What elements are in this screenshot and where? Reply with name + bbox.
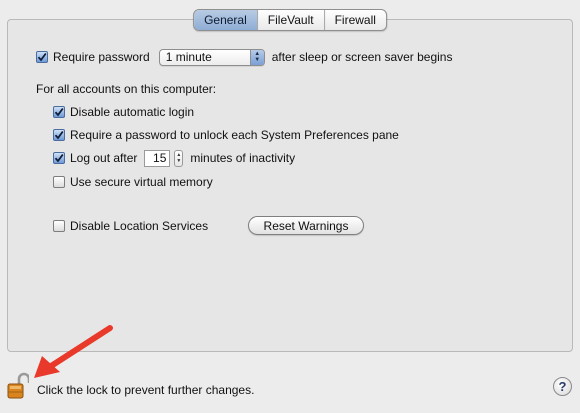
help-button[interactable]: ? — [553, 377, 572, 396]
secure-vm-row: Use secure virtual memory — [53, 173, 213, 191]
disable-location-row: Disable Location Services — [53, 217, 208, 235]
tab-firewall[interactable]: Firewall — [323, 10, 386, 30]
checkmark-icon — [54, 153, 64, 163]
require-password-label: Require password — [53, 50, 150, 64]
red-arrow-icon — [34, 325, 113, 378]
lock-status-text: Click the lock to prevent further change… — [37, 383, 255, 397]
log-out-label: Log out after — [70, 151, 138, 165]
reset-warnings-label: Reset Warnings — [263, 218, 349, 233]
tab-general[interactable]: General — [194, 10, 257, 30]
all-accounts-label: For all accounts on this computer: — [36, 82, 217, 96]
disable-auto-login-row: Disable automatic login — [53, 103, 194, 121]
log-out-suffix: minutes of inactivity — [190, 151, 296, 165]
reset-warnings-button[interactable]: Reset Warnings — [248, 216, 364, 235]
require-password-checkbox[interactable] — [36, 51, 48, 63]
logout-minutes-stepper[interactable]: ▲ ▼ — [174, 149, 184, 167]
tab-filevault[interactable]: FileVault — [256, 10, 324, 30]
disable-location-checkbox[interactable] — [53, 220, 65, 232]
all-accounts-heading: For all accounts on this computer: — [36, 80, 216, 98]
log-out-checkbox[interactable] — [53, 152, 65, 164]
select-arrows-icon: ▲ ▼ — [249, 49, 264, 65]
disable-auto-login-checkbox[interactable] — [53, 106, 65, 118]
checkmark-icon — [37, 52, 47, 62]
tab-bar: General FileVault Firewall — [193, 9, 387, 31]
require-pw-prefs-label: Require a password to unlock each System… — [70, 128, 399, 142]
disable-auto-login-label: Disable automatic login — [70, 105, 195, 119]
disable-location-label: Disable Location Services — [70, 219, 209, 233]
password-delay-value: 1 minute — [165, 50, 212, 64]
require-pw-prefs-row: Require a password to unlock each System… — [53, 126, 399, 144]
help-icon: ? — [558, 379, 567, 394]
checkmark-icon — [54, 107, 64, 117]
logout-minutes-field[interactable]: 15 — [144, 149, 171, 167]
require-password-row: Require password 1 minute ▲ ▼ after sleep… — [36, 48, 452, 66]
require-password-suffix: after sleep or screen saver begins — [271, 50, 453, 64]
lock-icon[interactable] — [7, 372, 29, 400]
secure-vm-checkbox[interactable] — [53, 176, 65, 188]
secure-vm-label: Use secure virtual memory — [70, 175, 213, 189]
log-out-row: Log out after 15 ▲ ▼ minutes of inactivit… — [53, 149, 295, 167]
checkmark-icon — [54, 130, 64, 140]
require-pw-prefs-checkbox[interactable] — [53, 129, 65, 141]
password-delay-select[interactable]: 1 minute ▲ ▼ — [158, 48, 265, 66]
